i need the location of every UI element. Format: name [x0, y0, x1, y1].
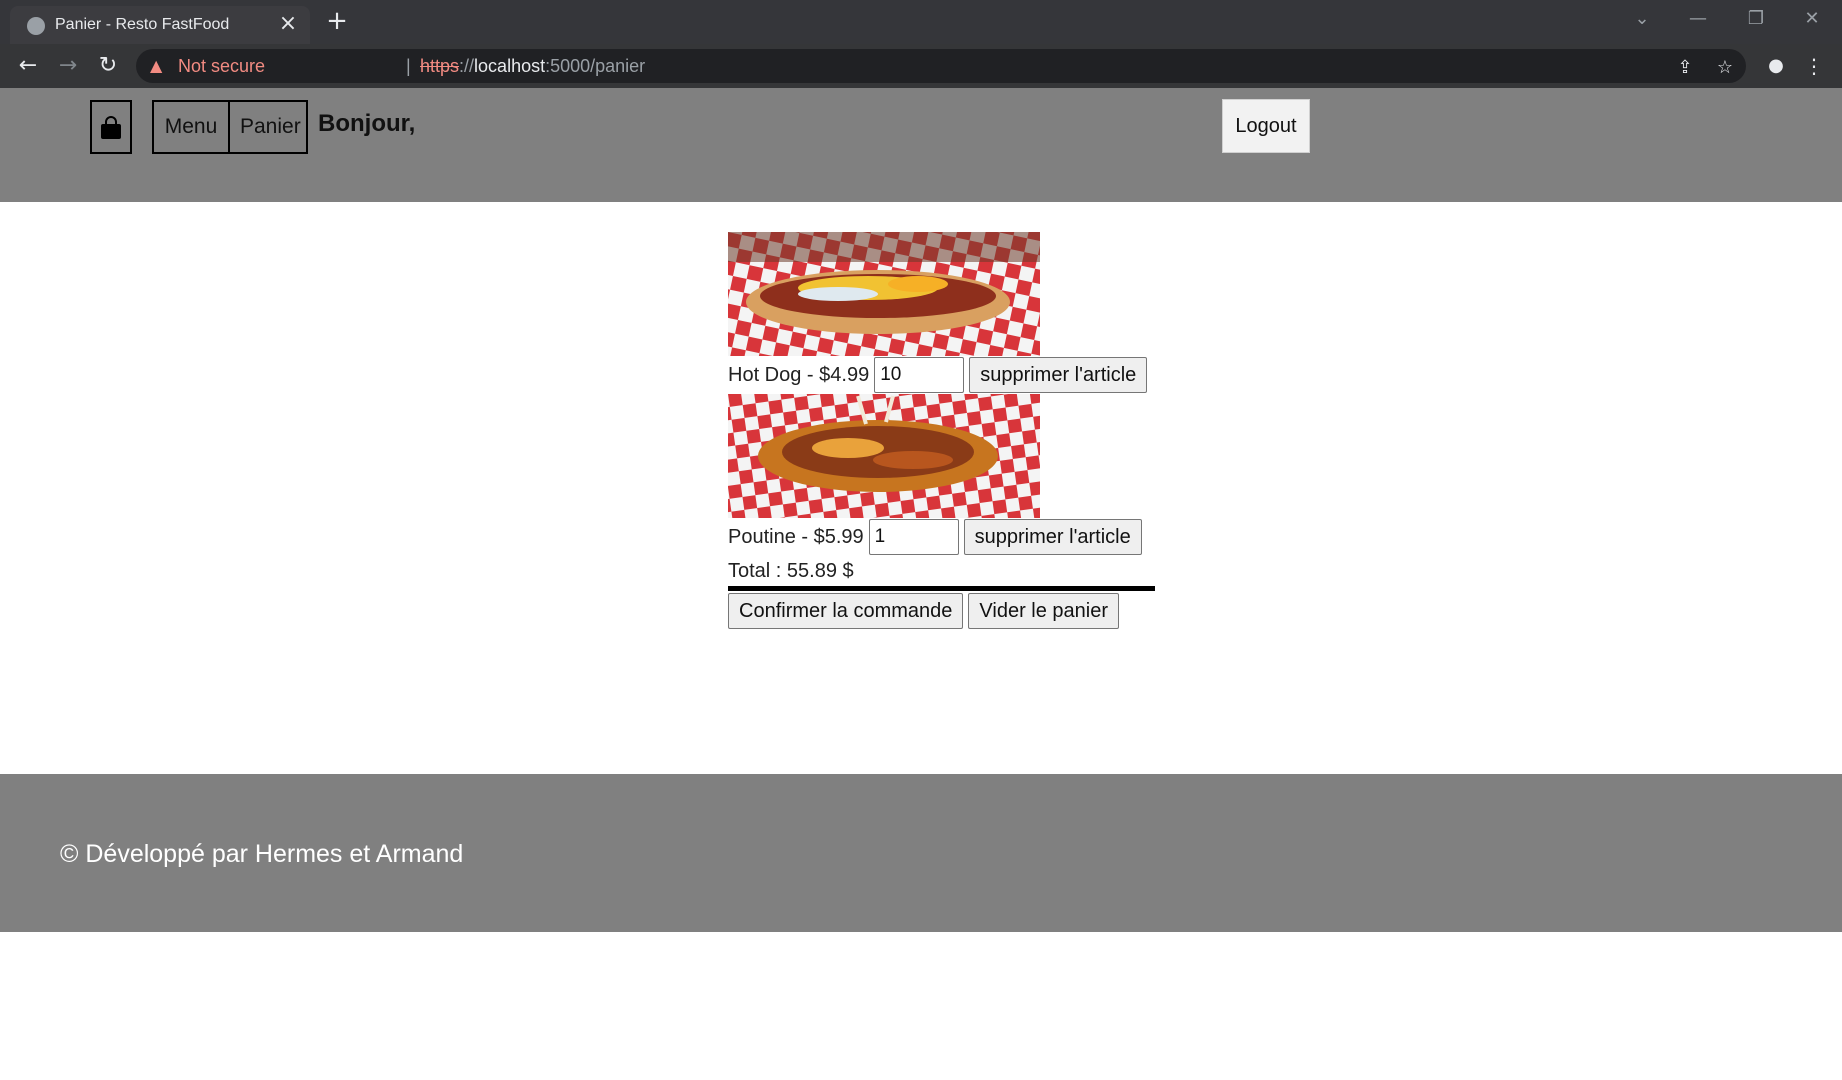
poutine-image	[728, 394, 1040, 518]
url-scheme-separator: ://	[459, 56, 475, 76]
url-host: localhost	[474, 56, 546, 76]
url-scheme: https	[420, 56, 460, 76]
back-icon[interactable]: ←	[12, 50, 44, 82]
cart-actions: Confirmer la commande Vider le panier	[728, 593, 1158, 629]
nav-menu-link[interactable]: Menu	[152, 100, 230, 154]
forward-icon[interactable]: →	[52, 50, 84, 82]
site-footer: © Développé par Hermes et Armand	[0, 774, 1842, 932]
divider	[728, 586, 1155, 591]
browser-menu-icon[interactable]: ⋮	[1800, 52, 1828, 80]
new-tab-button[interactable]: +	[322, 6, 352, 36]
tab-close-icon[interactable]: ×	[276, 12, 300, 36]
page-content: Menu Panier Bonjour, Logout Hot Dog - $4…	[0, 88, 1842, 1080]
bookmark-star-icon[interactable]: ☆	[1712, 55, 1738, 81]
logout-button[interactable]: Logout	[1222, 99, 1310, 153]
nav-panier-link[interactable]: Panier	[228, 100, 308, 154]
cart-total: Total : 55.89 $	[728, 560, 854, 582]
cart-list: Hot Dog - $4.99 supprimer l'article Pout…	[728, 232, 1158, 629]
hot-dog-image	[728, 232, 1040, 356]
omnibox-separator: |	[406, 56, 411, 76]
tab-search-icon[interactable]: ⌄	[1622, 4, 1662, 34]
clear-cart-button[interactable]: Vider le panier	[968, 593, 1120, 629]
quantity-input[interactable]	[874, 357, 965, 393]
restore-icon[interactable]: ❐	[1736, 4, 1776, 34]
security-status[interactable]: Not secure	[178, 56, 265, 77]
minimize-icon[interactable]: —	[1678, 4, 1718, 34]
address-bar[interactable]: ▲ Not secure | https://localhost:5000/pa…	[136, 49, 1746, 83]
greeting-text: Bonjour,	[318, 110, 416, 137]
footer-copyright: © Développé par Hermes et Armand	[60, 840, 464, 868]
globe-icon	[27, 17, 45, 35]
site-header: Menu Panier Bonjour, Logout	[0, 88, 1842, 202]
browser-tab[interactable]: Panier - Resto FastFood ×	[10, 6, 310, 44]
reload-icon[interactable]: ↻	[92, 50, 124, 82]
cart-item-row: Poutine - $5.99 supprimer l'article	[728, 518, 1158, 556]
shopping-bag-icon[interactable]	[90, 100, 132, 154]
share-icon[interactable]: ⇪	[1672, 55, 1698, 81]
confirm-order-button[interactable]: Confirmer la commande	[728, 593, 964, 629]
profile-icon[interactable]: ●	[1762, 52, 1790, 80]
url-text[interactable]: https://localhost:5000/panier	[420, 56, 645, 77]
url-path: :5000/panier	[545, 56, 646, 76]
cart-item-label: Hot Dog - $4.99	[728, 363, 870, 386]
browser-tab-strip: Panier - Resto FastFood × + ⌄ — ❐ ✕	[0, 0, 1842, 44]
remove-item-button[interactable]: supprimer l'article	[963, 519, 1142, 555]
quantity-input[interactable]	[868, 519, 959, 555]
window-close-icon[interactable]: ✕	[1792, 4, 1832, 34]
remove-item-button[interactable]: supprimer l'article	[969, 357, 1148, 393]
cart-item-row: Hot Dog - $4.99 supprimer l'article	[728, 356, 1158, 394]
cart-item-label: Poutine - $5.99	[728, 525, 864, 548]
warning-icon: ▲	[150, 56, 163, 75]
browser-toolbar: ← → ↻ ▲ Not secure | https://localhost:5…	[0, 44, 1842, 88]
tab-title: Panier - Resto FastFood	[55, 16, 230, 33]
